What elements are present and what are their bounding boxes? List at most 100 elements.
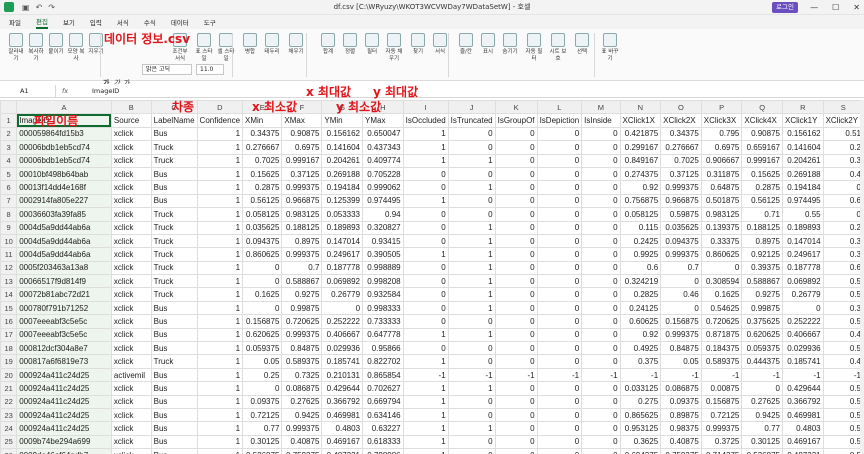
table-cell[interactable]: 0.269188 bbox=[781, 166, 824, 182]
header-cell[interactable]: IsGroupOf bbox=[494, 113, 538, 128]
header-cell[interactable]: IsOccluded bbox=[402, 113, 449, 128]
table-cell[interactable]: 0 bbox=[700, 260, 743, 276]
table-cell[interactable]: Truck bbox=[150, 354, 198, 369]
table-cell[interactable]: 0.39375 bbox=[741, 260, 783, 276]
table-cell[interactable]: Bus bbox=[150, 448, 198, 454]
ribbon-button-16[interactable]: 필터 bbox=[362, 33, 382, 56]
table-cell[interactable]: 0.983125 bbox=[700, 207, 743, 222]
table-cell[interactable]: 0.860625 bbox=[242, 247, 283, 262]
table-cell[interactable]: 0007eeeabf3c5e5c bbox=[16, 314, 112, 329]
table-cell[interactable]: 0.999375 bbox=[281, 180, 323, 195]
table-cell[interactable]: 0.5 bbox=[822, 314, 864, 329]
table-cell[interactable]: 0.999375 bbox=[281, 421, 323, 436]
table-cell[interactable]: 0 bbox=[581, 233, 621, 249]
table-cell[interactable]: 0.669794 bbox=[362, 394, 404, 409]
table-cell[interactable]: 0 bbox=[447, 166, 496, 182]
table-cell[interactable]: 0.029936 bbox=[781, 341, 824, 356]
header-cell[interactable]: XClick2X bbox=[660, 113, 702, 128]
table-cell[interactable]: 0 bbox=[581, 247, 621, 262]
row-header[interactable]: 6 bbox=[0, 180, 18, 195]
row-header[interactable]: 23 bbox=[0, 407, 18, 423]
table-cell[interactable]: 0.156875 bbox=[700, 394, 743, 409]
row-header[interactable]: 11 bbox=[0, 247, 18, 262]
table-cell[interactable]: 0.6 bbox=[822, 260, 864, 276]
table-cell[interactable]: 1 bbox=[447, 260, 496, 276]
table-cell[interactable]: 0.860625 bbox=[700, 247, 743, 262]
table-cell[interactable]: 0.634146 bbox=[362, 407, 404, 423]
ribbon-button-14[interactable]: 합계 bbox=[318, 33, 338, 56]
table-cell[interactable]: 0.7 bbox=[281, 260, 323, 276]
table-cell[interactable]: 0 bbox=[494, 193, 538, 209]
table-cell[interactable]: 1 bbox=[402, 126, 449, 142]
table-cell[interactable]: 0.2825 bbox=[619, 287, 662, 302]
ribbon-button-2[interactable]: 붙이기 bbox=[46, 33, 66, 56]
table-cell[interactable]: 1 bbox=[196, 341, 244, 356]
table-cell[interactable]: 0005f203463a13a8 bbox=[16, 260, 112, 276]
table-cell[interactable]: 0.252222 bbox=[781, 314, 824, 329]
table-cell[interactable]: 0 bbox=[581, 434, 621, 450]
table-cell[interactable]: 00072b81abc72d21 bbox=[16, 287, 112, 302]
table-cell[interactable]: 0 bbox=[536, 180, 583, 195]
table-cell[interactable]: -1 bbox=[536, 367, 583, 383]
table-cell[interactable]: 1 bbox=[447, 300, 496, 316]
table-cell[interactable]: 0 bbox=[494, 260, 538, 276]
table-cell[interactable]: 0.09375 bbox=[242, 394, 283, 409]
table-cell[interactable]: 0.30125 bbox=[741, 434, 783, 450]
column-header-R[interactable]: R bbox=[781, 100, 824, 115]
header-cell[interactable]: YMin bbox=[321, 113, 364, 128]
ribbon-button-0[interactable]: 잘라내기 bbox=[6, 33, 26, 63]
row-header[interactable]: 5 bbox=[0, 166, 18, 182]
table-cell[interactable]: 0.189893 bbox=[781, 220, 824, 235]
table-cell[interactable]: 0.4803 bbox=[321, 421, 364, 436]
table-cell[interactable]: 0.6 bbox=[619, 260, 662, 276]
table-cell[interactable]: 0.059375 bbox=[242, 341, 283, 356]
table-cell[interactable]: 0 bbox=[402, 287, 449, 302]
table-cell[interactable]: 0 bbox=[494, 180, 538, 195]
ribbon-button-1[interactable]: 복사하기 bbox=[26, 33, 46, 63]
table-cell[interactable]: -1 bbox=[581, 367, 621, 383]
table-cell[interactable]: 0.798986 bbox=[362, 448, 404, 454]
table-cell[interactable]: 0.469981 bbox=[781, 407, 824, 423]
table-cell[interactable]: 000924a411c24d25 bbox=[16, 381, 112, 396]
header-cell[interactable]: IsInside bbox=[581, 113, 621, 128]
name-box[interactable]: A1 bbox=[0, 85, 56, 97]
table-cell[interactable]: 0.759375 bbox=[660, 448, 702, 454]
table-cell[interactable]: 0.6975 bbox=[700, 140, 743, 155]
table-cell[interactable]: -1 bbox=[700, 367, 743, 383]
minimize-button[interactable]: — bbox=[810, 0, 818, 15]
table-cell[interactable]: 0.141604 bbox=[321, 140, 364, 155]
table-cell[interactable]: 0.953125 bbox=[619, 421, 662, 436]
table-cell[interactable]: 0.56125 bbox=[741, 193, 783, 209]
table-cell[interactable]: 1 bbox=[447, 247, 496, 262]
table-cell[interactable]: 1 bbox=[196, 126, 244, 142]
table-cell[interactable]: 0.249617 bbox=[321, 247, 364, 262]
table-cell[interactable]: 0 bbox=[581, 394, 621, 409]
table-cell[interactable]: Bus bbox=[150, 421, 198, 436]
table-cell[interactable]: 0 bbox=[402, 260, 449, 276]
table-cell[interactable]: 0.999375 bbox=[281, 247, 323, 262]
table-cell[interactable]: 0.139375 bbox=[700, 220, 743, 235]
table-cell[interactable]: 0.6975 bbox=[281, 140, 323, 155]
table-cell[interactable]: 1 bbox=[402, 193, 449, 209]
table-cell[interactable]: 0.187778 bbox=[781, 260, 824, 276]
table-cell[interactable]: 0.375625 bbox=[741, 314, 783, 329]
table-cell[interactable]: 1 bbox=[196, 327, 244, 343]
table-cell[interactable]: 0 bbox=[402, 341, 449, 356]
table-cell[interactable]: 0.5 bbox=[822, 421, 864, 436]
table-cell[interactable]: 0.4 bbox=[822, 327, 864, 343]
table-cell[interactable]: 0 bbox=[494, 140, 538, 155]
table-cell[interactable]: 0.156162 bbox=[321, 126, 364, 142]
table-cell[interactable]: 0.487331 bbox=[781, 448, 824, 454]
table-cell[interactable]: 0 bbox=[494, 274, 538, 289]
table-cell[interactable]: 0.5 bbox=[822, 434, 864, 450]
table-cell[interactable]: Truck bbox=[150, 207, 198, 222]
table-cell[interactable]: 0007eeeabf3c5e5c bbox=[16, 327, 112, 343]
table-cell[interactable]: 1 bbox=[196, 140, 244, 155]
column-header-D[interactable]: D bbox=[196, 100, 244, 115]
table-cell[interactable]: 0.15625 bbox=[741, 166, 783, 182]
table-cell[interactable]: 0.34375 bbox=[242, 126, 283, 142]
table-cell[interactable]: 0.620625 bbox=[242, 327, 283, 343]
table-cell[interactable]: 0 bbox=[494, 247, 538, 262]
table-cell[interactable]: 0 bbox=[494, 381, 538, 396]
table-cell[interactable]: 0.421875 bbox=[619, 126, 662, 142]
